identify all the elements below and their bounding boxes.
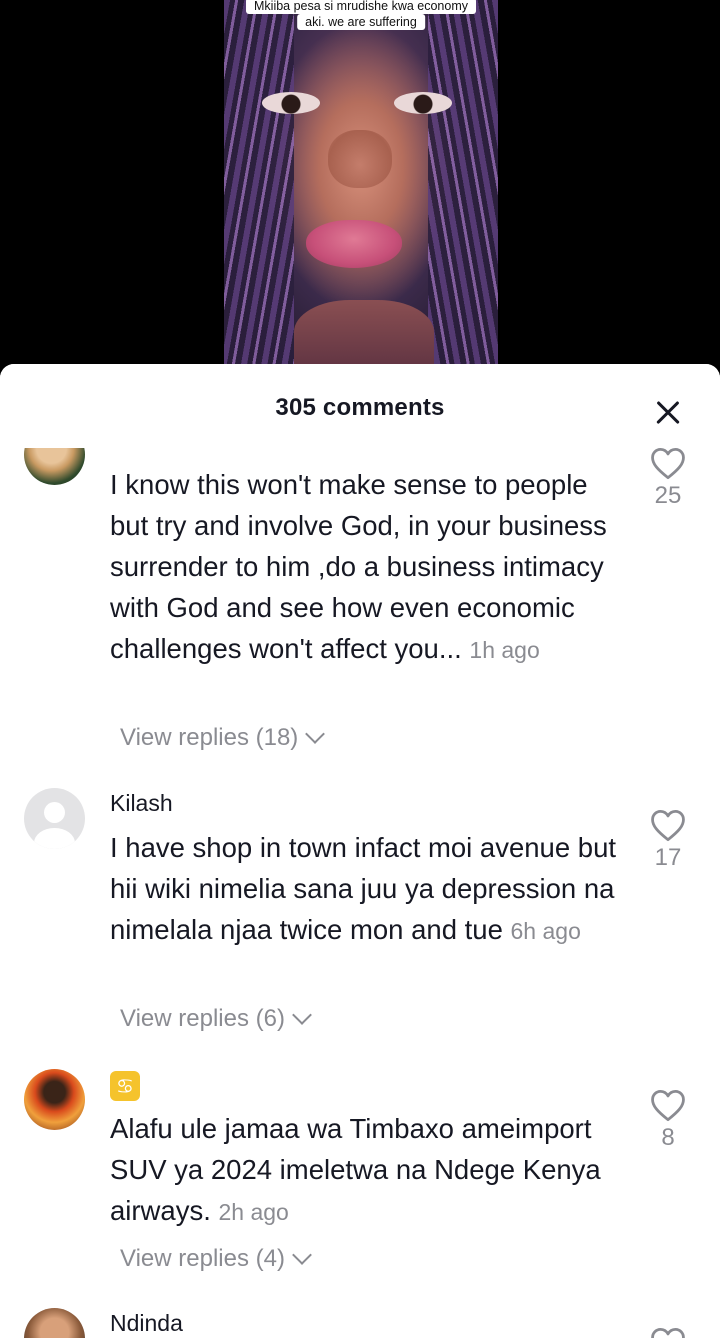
avatar[interactable] [24, 788, 85, 849]
comment-text: I know this won't make sense to people b… [110, 464, 630, 671]
like-count: 8 [661, 1124, 675, 1151]
video-frame: Mkiiba pesa si mrudishe kwa economy aki.… [224, 0, 498, 380]
lips [306, 220, 402, 268]
video-player[interactable]: Mkiiba pesa si mrudishe kwa economy aki.… [0, 0, 720, 380]
comment-time: 6h ago [510, 918, 581, 944]
hair-left [224, 0, 294, 380]
eye-left [262, 92, 320, 114]
like-button[interactable]: 17 [648, 808, 688, 872]
comment-text: I have shop in town infact moi avenue bu… [110, 827, 630, 952]
view-replies-label: View replies (6) [120, 1005, 285, 1032]
avatar[interactable] [24, 1308, 85, 1338]
hair-right [428, 0, 498, 380]
comment-text: Alafu ule jamaa wa Timbaxo ameimport SUV… [110, 1108, 630, 1233]
comment-time: 1h ago [469, 637, 540, 663]
chevron-down-icon [292, 1005, 312, 1025]
video-caption-line-2: aki. we are suffering [297, 14, 425, 30]
cancer-zodiac-icon[interactable]: ♋ [110, 1071, 140, 1101]
view-replies-button[interactable]: View replies (4) [120, 1245, 312, 1273]
view-replies-button[interactable]: View replies (18) [120, 724, 326, 752]
heart-icon [651, 1328, 685, 1338]
heart-icon [651, 1090, 685, 1122]
comment-time: 2h ago [218, 1199, 289, 1225]
heart-icon [651, 448, 685, 480]
avatar-placeholder-head [44, 802, 65, 823]
view-replies-button[interactable]: View replies (6) [120, 1005, 312, 1033]
avatar[interactable] [24, 1069, 85, 1130]
like-button[interactable]: 8 [648, 1088, 688, 1152]
comment-username[interactable]: Kilash [110, 790, 173, 817]
close-icon[interactable] [650, 395, 686, 431]
comment-username[interactable]: Ndinda [110, 1310, 183, 1337]
view-replies-label: View replies (18) [120, 724, 299, 751]
comments-count-title: 305 comments [275, 394, 445, 421]
comments-sheet: 305 comments I know this won't make sens… [0, 364, 720, 1338]
like-button[interactable] [648, 1326, 688, 1338]
comment-body: I know this won't make sense to people b… [110, 469, 607, 664]
eye-right [394, 92, 452, 114]
like-count: 17 [654, 844, 682, 871]
avatar-placeholder-body [34, 828, 75, 849]
comments-header: 305 comments [0, 364, 720, 448]
like-count: 25 [654, 482, 682, 509]
like-button[interactable]: 25 [648, 446, 688, 510]
nose [328, 130, 392, 188]
chevron-down-icon [305, 724, 326, 744]
heart-icon [651, 810, 685, 842]
comment-body: Alafu ule jamaa wa Timbaxo ameimport SUV… [110, 1113, 601, 1226]
view-replies-label: View replies (4) [120, 1245, 285, 1272]
video-caption-line-1: Mkiiba pesa si mrudishe kwa economy [246, 0, 476, 14]
chevron-down-icon [292, 1245, 312, 1265]
